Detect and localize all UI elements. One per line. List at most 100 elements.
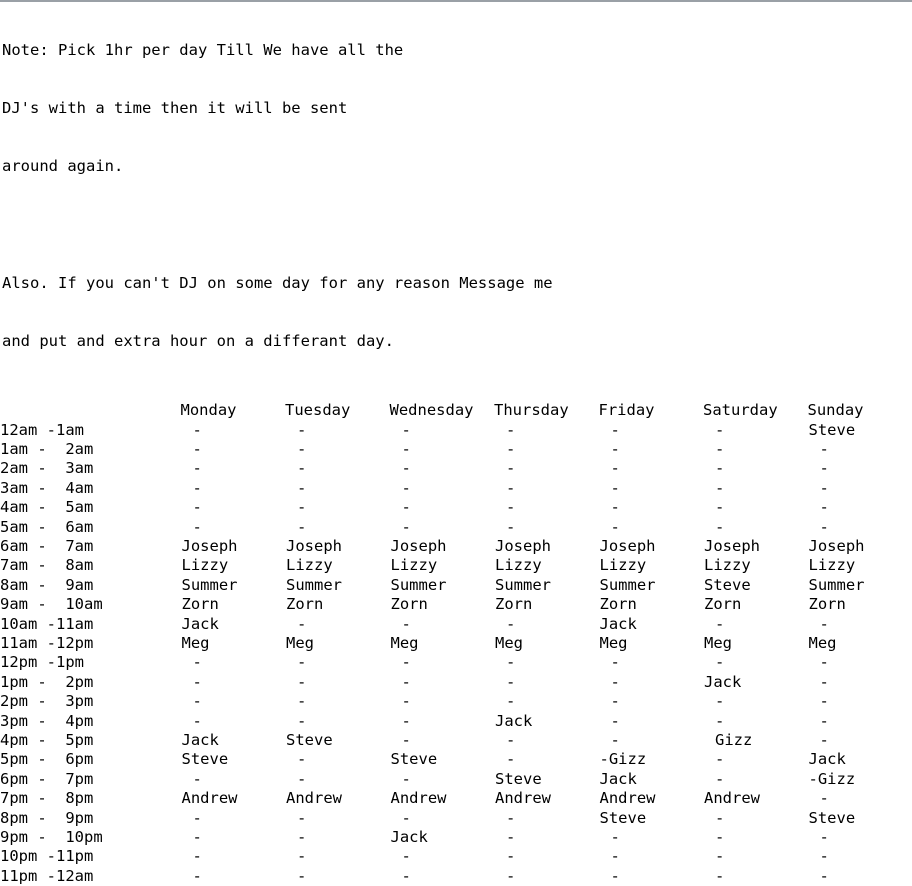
empty-slot[interactable]: - — [494, 731, 599, 750]
empty-slot[interactable]: - — [390, 459, 495, 478]
empty-slot[interactable]: - — [181, 653, 286, 672]
empty-slot[interactable]: - — [599, 712, 704, 731]
dj-slot[interactable]: Joseph — [494, 537, 599, 556]
dj-slot[interactable]: Meg — [703, 634, 808, 653]
dj-slot[interactable]: Steve — [599, 809, 704, 828]
dj-slot[interactable]: Meg — [808, 634, 912, 653]
empty-slot[interactable]: - — [390, 498, 495, 517]
dj-slot[interactable]: Joseph — [808, 537, 912, 556]
empty-slot[interactable]: - — [181, 770, 286, 789]
empty-slot[interactable]: - — [181, 498, 286, 517]
dj-slot[interactable]: Summer — [390, 576, 495, 595]
dj-slot[interactable]: Steve — [808, 421, 912, 440]
empty-slot[interactable]: - — [181, 712, 286, 731]
empty-slot[interactable]: - — [285, 809, 390, 828]
dj-slot[interactable]: Steve — [181, 750, 286, 769]
empty-slot[interactable]: - — [285, 421, 390, 440]
dj-slot[interactable]: -Gizz — [599, 750, 704, 769]
empty-slot[interactable]: - — [285, 847, 390, 866]
empty-slot[interactable]: - — [390, 518, 495, 537]
dj-slot[interactable]: Lizzy — [703, 556, 808, 575]
empty-slot[interactable]: - — [808, 828, 912, 847]
empty-slot[interactable]: - — [808, 712, 912, 731]
empty-slot[interactable]: - — [390, 653, 495, 672]
empty-slot[interactable]: - — [808, 692, 912, 711]
empty-slot[interactable]: - — [390, 847, 495, 866]
dj-slot[interactable]: Steve — [703, 576, 808, 595]
dj-slot[interactable]: Jack — [808, 750, 912, 769]
empty-slot[interactable]: - — [494, 847, 599, 866]
dj-slot[interactable]: Andrew — [599, 789, 704, 808]
empty-slot[interactable]: - — [703, 770, 808, 789]
dj-slot[interactable]: -Gizz — [808, 770, 912, 789]
dj-slot[interactable]: Andrew — [181, 789, 286, 808]
dj-slot[interactable]: Lizzy — [285, 556, 390, 575]
empty-slot[interactable]: - — [703, 712, 808, 731]
dj-slot[interactable]: Jack — [599, 770, 704, 789]
empty-slot[interactable]: - — [390, 692, 495, 711]
empty-slot[interactable]: - — [181, 809, 286, 828]
dj-slot[interactable]: Joseph — [390, 537, 495, 556]
empty-slot[interactable]: - — [390, 809, 495, 828]
empty-slot[interactable]: - — [494, 673, 599, 692]
empty-slot[interactable]: - — [181, 828, 286, 847]
empty-slot[interactable]: - — [494, 653, 599, 672]
empty-slot[interactable]: - — [285, 750, 390, 769]
empty-slot[interactable]: - — [703, 809, 808, 828]
empty-slot[interactable]: - — [599, 498, 704, 517]
empty-slot[interactable]: - — [599, 653, 704, 672]
empty-slot[interactable]: - — [390, 712, 495, 731]
empty-slot[interactable]: - — [494, 750, 599, 769]
empty-slot[interactable]: - — [285, 498, 390, 517]
dj-slot[interactable]: Jack — [181, 615, 286, 634]
empty-slot[interactable]: - — [390, 440, 495, 459]
dj-slot[interactable]: Joseph — [285, 537, 390, 556]
empty-slot[interactable]: - — [703, 750, 808, 769]
empty-slot[interactable]: - — [494, 421, 599, 440]
dj-slot[interactable]: Andrew — [703, 789, 808, 808]
empty-slot[interactable]: - — [285, 867, 390, 886]
empty-slot[interactable]: - — [703, 828, 808, 847]
empty-slot[interactable]: - — [703, 615, 808, 634]
empty-slot[interactable]: - — [808, 498, 912, 517]
empty-slot[interactable]: - — [808, 440, 912, 459]
empty-slot[interactable]: - — [285, 673, 390, 692]
empty-slot[interactable]: - — [808, 459, 912, 478]
dj-slot[interactable]: Andrew — [494, 789, 599, 808]
empty-slot[interactable]: - — [703, 653, 808, 672]
dj-slot[interactable]: Steve — [808, 809, 912, 828]
dj-slot[interactable]: Steve — [285, 731, 390, 750]
empty-slot[interactable]: - — [494, 828, 599, 847]
empty-slot[interactable]: - — [703, 518, 808, 537]
empty-slot[interactable]: - — [599, 692, 704, 711]
empty-slot[interactable]: - — [285, 828, 390, 847]
empty-slot[interactable]: - — [390, 479, 495, 498]
empty-slot[interactable]: - — [494, 809, 599, 828]
empty-slot[interactable]: - — [703, 847, 808, 866]
empty-slot[interactable]: - — [703, 692, 808, 711]
empty-slot[interactable]: - — [703, 498, 808, 517]
empty-slot[interactable]: - — [808, 789, 912, 808]
empty-slot[interactable]: - — [285, 712, 390, 731]
empty-slot[interactable]: - — [599, 828, 704, 847]
dj-slot[interactable]: Zorn — [285, 595, 390, 614]
dj-slot[interactable]: Andrew — [285, 789, 390, 808]
empty-slot[interactable]: - — [390, 615, 495, 634]
dj-slot[interactable]: Zorn — [808, 595, 912, 614]
dj-slot[interactable]: Meg — [181, 634, 286, 653]
empty-slot[interactable]: - — [808, 653, 912, 672]
dj-slot[interactable]: Jack — [599, 615, 704, 634]
empty-slot[interactable]: - — [181, 440, 286, 459]
empty-slot[interactable]: - — [703, 421, 808, 440]
empty-slot[interactable]: - — [599, 440, 704, 459]
dj-slot[interactable]: Summer — [494, 576, 599, 595]
empty-slot[interactable]: - — [390, 867, 495, 886]
empty-slot[interactable]: - — [703, 479, 808, 498]
dj-slot[interactable]: Steve — [390, 750, 495, 769]
empty-slot[interactable]: - — [599, 731, 704, 750]
empty-slot[interactable]: - — [599, 479, 704, 498]
empty-slot[interactable]: - — [703, 440, 808, 459]
empty-slot[interactable]: - — [390, 731, 495, 750]
empty-slot[interactable]: - — [494, 498, 599, 517]
empty-slot[interactable]: - — [181, 692, 286, 711]
